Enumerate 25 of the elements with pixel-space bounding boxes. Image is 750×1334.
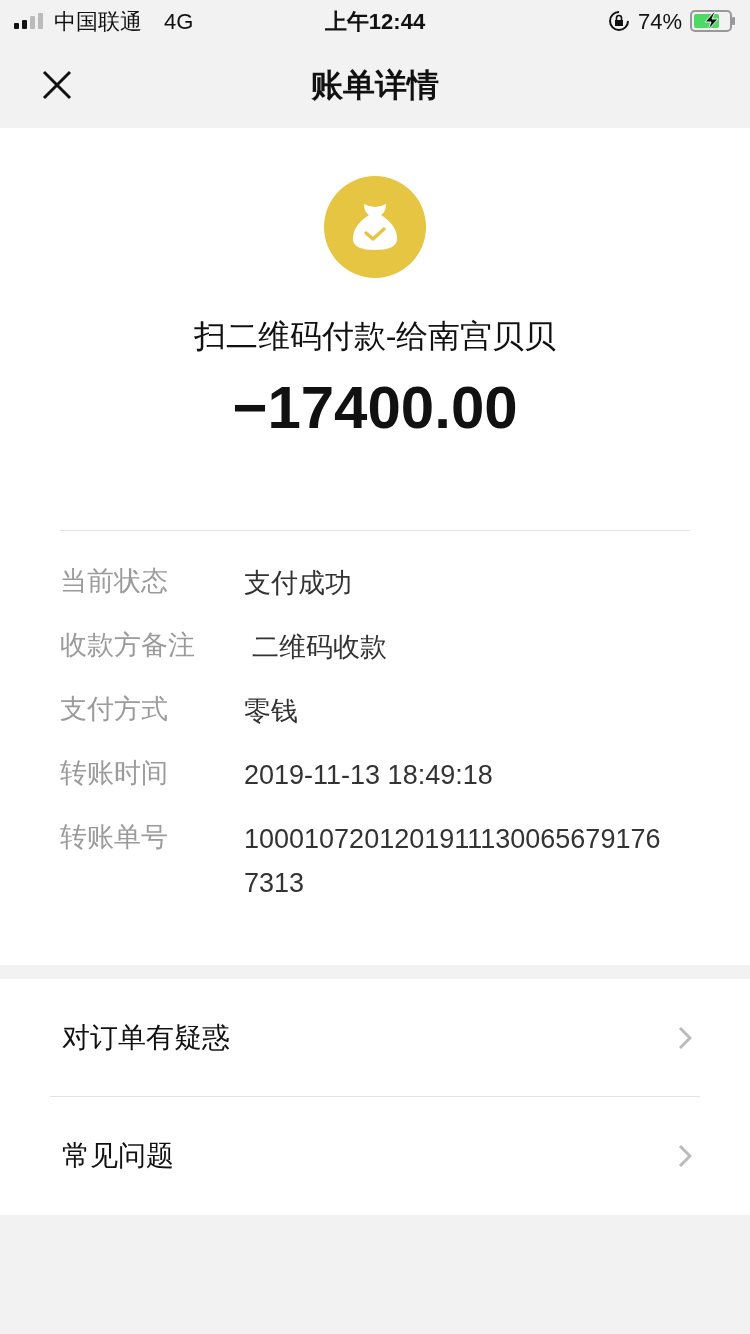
detail-value: 二维码收款 (250, 631, 388, 664)
menu-item[interactable]: 对订单有疑惑 (50, 979, 700, 1097)
money-bag-check-icon (324, 176, 426, 278)
page-title: 账单详情 (311, 66, 439, 105)
chevron-right-icon (678, 1144, 692, 1168)
detail-value: 零钱 (244, 695, 299, 728)
network-type: 4G (164, 7, 194, 36)
rotation-lock-icon (607, 10, 630, 32)
payment-amount: −17400.00 (232, 378, 518, 438)
detail-label: 支付方式 (60, 693, 169, 726)
status-time: 上午12:44 (324, 7, 426, 36)
detail-value: 支付成功 (244, 567, 353, 600)
menu-item[interactable]: 常见问题 (50, 1097, 700, 1215)
detail-value: 2019-11-13 18:49:18 (244, 759, 494, 792)
close-icon (42, 70, 72, 100)
battery-percent: 74% (637, 7, 682, 36)
detail-label: 当前状态 (60, 565, 169, 598)
chevron-right-icon (678, 1025, 692, 1050)
detail-label: 转账单号 (60, 821, 169, 854)
detail-value: 10001072012019111300656791767313 (244, 823, 662, 900)
payment-title: 扫二维码付款-给南宫贝贝 (193, 317, 557, 356)
detail-label: 转账时间 (60, 757, 169, 790)
signal-icon (14, 13, 44, 29)
carrier-name: 中国联通 (54, 7, 142, 36)
detail-label: 收款方备注 (60, 629, 196, 662)
